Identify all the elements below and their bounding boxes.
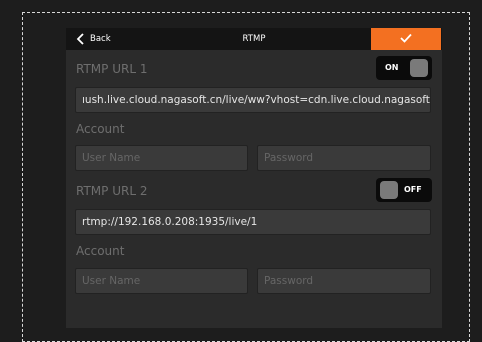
rtmp-url-2-label: RTMP URL 2 (76, 184, 148, 198)
toggle-1-text: ON (385, 63, 399, 72)
rtmp-settings-panel: RTMP Back RTMP URL 1 ON ıush.live.cloud.… (66, 28, 442, 328)
password-2-field[interactable]: Password (257, 268, 431, 294)
toggle-2-knob (380, 181, 398, 199)
chevron-left-icon (74, 32, 88, 46)
toggle-1-knob (410, 59, 428, 77)
top-bar: RTMP Back (66, 28, 442, 50)
toggle-2-text: OFF (404, 185, 422, 194)
rtmp-url-1-field[interactable]: ıush.live.cloud.nagasoft.cn/live/ww?vhos… (75, 87, 431, 113)
check-icon (399, 32, 413, 47)
rtmp-url-2-toggle[interactable]: OFF (376, 178, 432, 202)
confirm-button[interactable] (371, 28, 441, 50)
username-2-field[interactable]: User Name (75, 268, 248, 294)
password-1-field[interactable]: Password (257, 145, 431, 171)
account-2-label: Account (76, 244, 125, 258)
rtmp-url-2-field[interactable]: rtmp://192.168.0.208:1935/live/1 (75, 209, 431, 235)
rtmp-url-1-toggle[interactable]: ON (376, 56, 432, 80)
back-button[interactable]: Back (74, 28, 111, 50)
username-1-field[interactable]: User Name (75, 145, 248, 171)
rtmp-url-1-label: RTMP URL 1 (76, 62, 148, 76)
account-1-label: Account (76, 122, 125, 136)
back-label: Back (90, 34, 111, 44)
